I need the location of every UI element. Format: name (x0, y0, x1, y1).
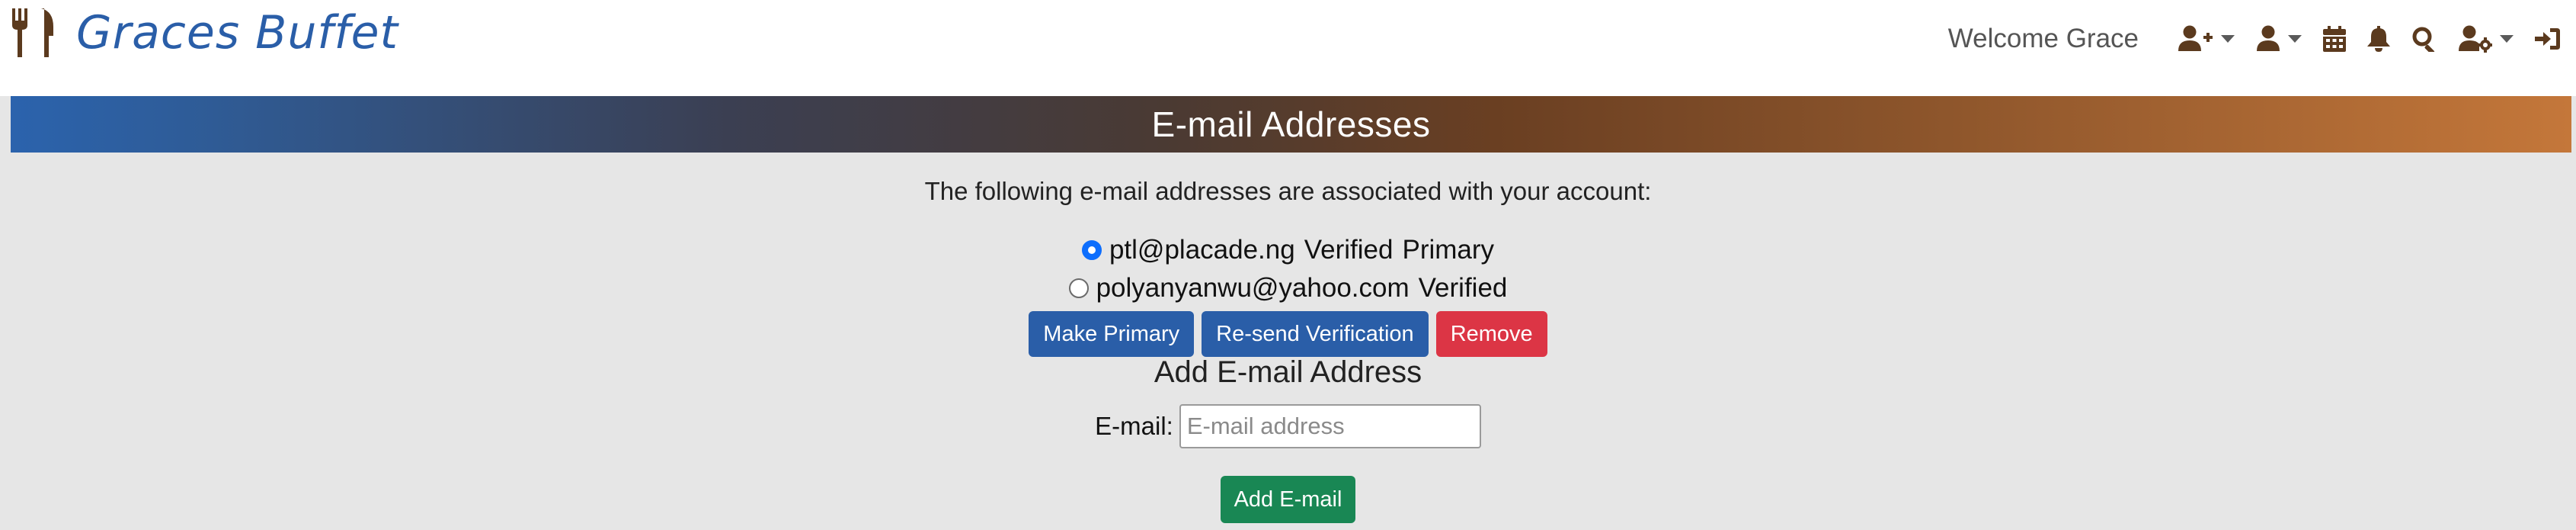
email-management: The following e-mail addresses are assoc… (0, 153, 2576, 530)
email-radio-selected[interactable] (1081, 240, 1102, 260)
resend-verification-button[interactable]: Re-send Verification (1202, 311, 1429, 357)
verified-label: Verified (1418, 273, 1508, 303)
add-email-heading: Add E-mail Address (1154, 355, 1422, 389)
remove-button[interactable]: Remove (1435, 311, 1547, 357)
search-icon (2412, 27, 2435, 52)
chevron-down-icon (2500, 35, 2514, 43)
top-navbar: Graces Buffet Welcome Grace (0, 0, 2576, 96)
notifications-link[interactable] (2367, 26, 2390, 52)
register-dropdown[interactable] (2178, 25, 2235, 53)
make-primary-button[interactable]: Make Primary (1029, 311, 1195, 357)
chevron-down-icon (2288, 35, 2302, 43)
chevron-down-icon (2221, 35, 2235, 43)
search-button[interactable] (2411, 26, 2437, 52)
email-address: polyanyanwu@yahoo.com (1096, 273, 1410, 303)
admin-dropdown[interactable] (2459, 25, 2514, 53)
email-field[interactable] (1179, 404, 1481, 448)
email-field-label: E-mail: (1095, 412, 1173, 440)
fork-knife-icon (12, 8, 53, 57)
add-email-submit-row: Add E-mail (0, 476, 2576, 523)
page-title: E-mail Addresses (1151, 104, 1431, 144)
sign-in-link[interactable] (2535, 27, 2561, 51)
user-gear-icon (2459, 25, 2492, 53)
email-actions: Make Primary Re-send Verification Remove (0, 311, 2576, 357)
verified-label: Verified (1304, 235, 1394, 265)
calendar-icon (2323, 26, 2346, 52)
intro-text: The following e-mail addresses are assoc… (924, 177, 1652, 205)
navbar-right: Welcome Grace (1948, 14, 2561, 64)
email-option[interactable]: polyanyanwu@yahoo.com Verified (0, 273, 2576, 304)
page-title-banner: E-mail Addresses (11, 96, 2571, 153)
sign-in-icon (2535, 28, 2560, 50)
user-icon (2257, 25, 2280, 51)
primary-label: Primary (1402, 235, 1495, 265)
brand-link[interactable]: Graces Buffet (11, 6, 398, 59)
user-plus-icon (2178, 25, 2213, 51)
account-dropdown[interactable] (2256, 25, 2302, 53)
bell-icon (2367, 26, 2390, 52)
add-email-button[interactable]: Add E-mail (1220, 476, 1356, 523)
email-address: ptl@placade.ng (1109, 235, 1295, 265)
email-option[interactable]: ptl@placade.ng Verified Primary (0, 235, 2576, 265)
welcome-text: Welcome Grace (1947, 24, 2139, 53)
email-radio[interactable] (1068, 278, 1089, 298)
brand-name: Graces Buffet (76, 6, 399, 59)
calendar-link[interactable] (2323, 26, 2346, 52)
add-email-form-row: E-mail: (0, 404, 2576, 448)
